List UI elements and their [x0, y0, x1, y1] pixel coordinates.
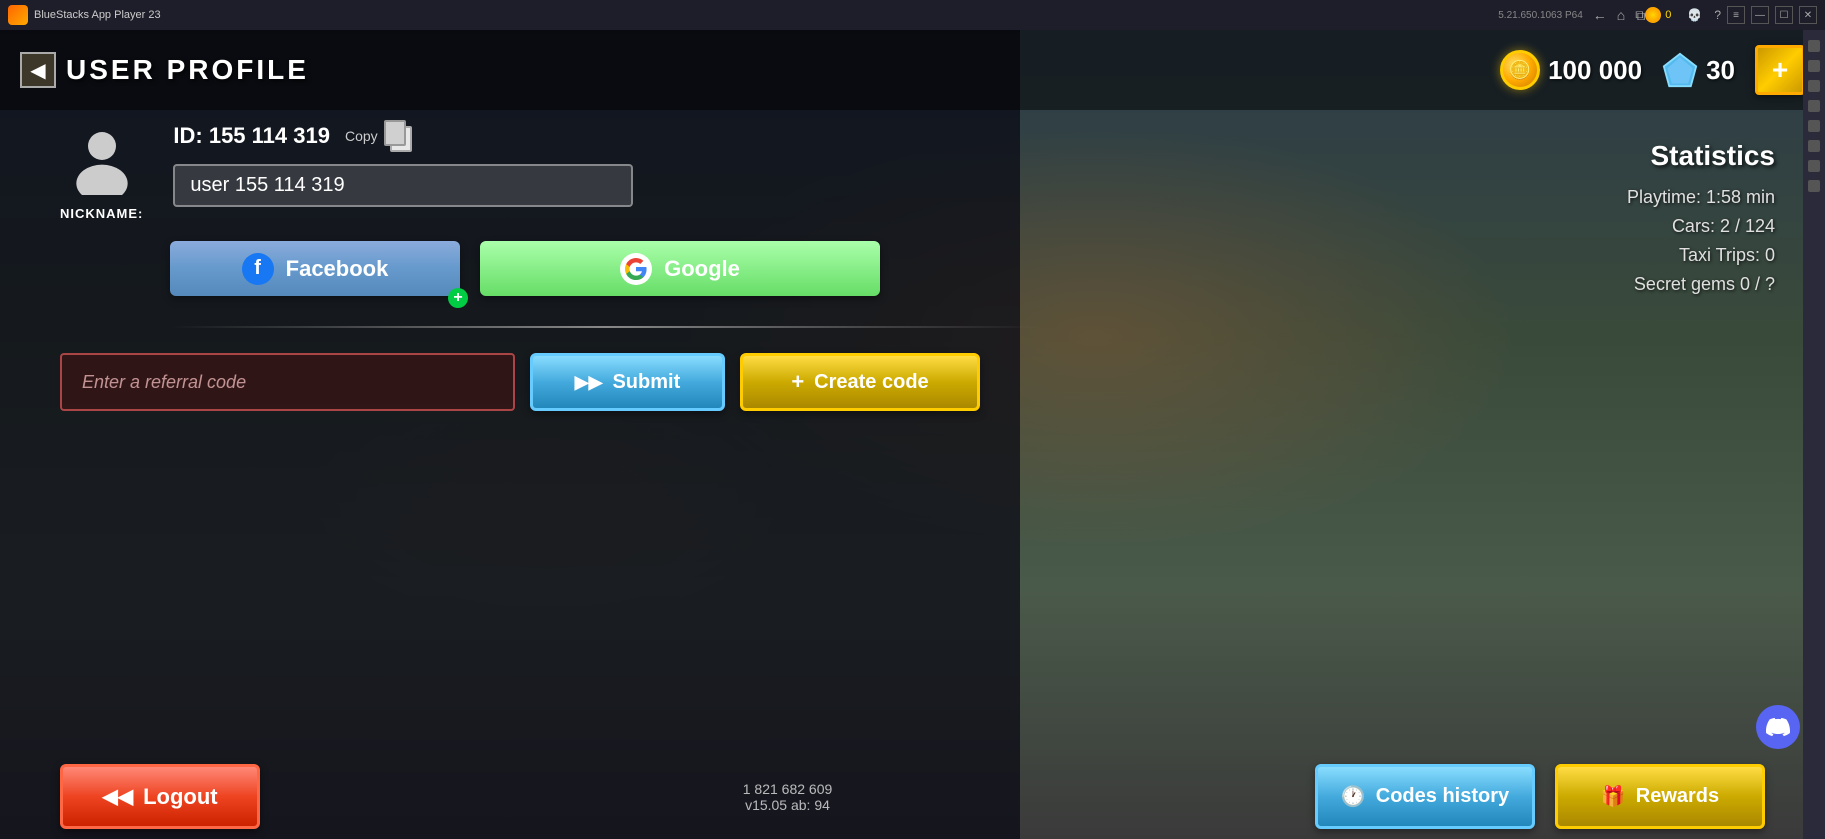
submit-button[interactable]: ▶▶ Submit — [530, 353, 725, 411]
back-arrow-icon: ◀ — [20, 52, 56, 88]
sidebar-icon-3[interactable] — [1808, 80, 1820, 92]
gift-icon: 🎁 — [1601, 784, 1626, 809]
version-info: 1 821 682 609 v15.05 ab: 94 — [280, 781, 1295, 813]
referral-row: ▶▶ Submit + Create code — [60, 353, 980, 411]
restore-btn[interactable]: ☐ — [1775, 6, 1793, 24]
titlebar-nav: ← ⌂ ⧉ — [1593, 7, 1645, 24]
google-icon — [620, 253, 652, 285]
history-clock-icon: 🕐 — [1341, 784, 1366, 809]
stat-cars: Cars: 2 / 124 — [1455, 216, 1775, 237]
stat-taxi-trips: Taxi Trips: 0 — [1455, 245, 1775, 266]
plus-indicator: + — [448, 288, 468, 308]
profile-row: NICKNAME: ID: 155 114 319 Copy — [60, 120, 980, 221]
stats-panel: Statistics Playtime: 1:58 min Cars: 2 / … — [1435, 120, 1795, 323]
stats-title: Statistics — [1455, 140, 1775, 172]
stat-playtime: Playtime: 1:58 min — [1455, 187, 1775, 208]
rewards-button[interactable]: 🎁 Rewards — [1555, 764, 1765, 829]
referral-code-input[interactable] — [60, 353, 515, 411]
logout-label: Logout — [143, 784, 218, 810]
titlebar-coin-icon — [1645, 7, 1661, 23]
nav-home[interactable]: ⌂ — [1617, 7, 1625, 24]
sidebar-icon-2[interactable] — [1808, 60, 1820, 72]
create-code-label: Create code — [814, 371, 929, 394]
create-code-button[interactable]: + Create code — [740, 353, 980, 411]
page-header: ◀ USER PROFILE 🪙 100 000 30 + — [0, 30, 1825, 110]
titlebar-coin-count: 0 — [1665, 9, 1671, 21]
copy-icon — [384, 120, 412, 152]
main-content: ◀ USER PROFILE 🪙 100 000 30 + — [0, 30, 1825, 839]
app-logo — [8, 5, 28, 25]
titlebar-coin-display: 0 — [1645, 7, 1671, 23]
stat-secret-gems: Secret gems 0 / ? — [1455, 274, 1775, 295]
rewards-label: Rewards — [1636, 785, 1719, 808]
menu-icon[interactable]: ≡ — [1727, 6, 1745, 24]
app-title: BlueStacks App Player 23 — [34, 9, 1490, 21]
version-line2: v15.05 ab: 94 — [280, 797, 1295, 813]
profile-info: ID: 155 114 319 Copy — [173, 120, 980, 207]
back-button[interactable]: ◀ USER PROFILE — [20, 52, 309, 88]
minimize-btn[interactable]: — — [1751, 6, 1769, 24]
copy-button[interactable]: Copy — [345, 120, 412, 152]
nav-stack[interactable]: ⧉ — [1635, 7, 1645, 24]
sidebar-icon-5[interactable] — [1808, 120, 1820, 132]
right-sidebar — [1803, 30, 1825, 839]
gem-amount: 30 — [1706, 55, 1735, 86]
nickname-input[interactable] — [173, 164, 633, 207]
discord-button[interactable] — [1756, 705, 1800, 749]
submit-label: Submit — [612, 371, 680, 394]
nickname-label: NICKNAME: — [60, 206, 143, 221]
social-buttons-row: f Facebook + Google — [170, 241, 980, 296]
separator — [170, 326, 1040, 328]
add-currency-button[interactable]: + — [1755, 45, 1805, 95]
logout-button[interactable]: ◀◀ Logout — [60, 764, 260, 829]
create-code-plus-icon: + — [791, 369, 804, 395]
titlebar-controls: 0 💀 ? ≡ — ☐ ✕ — [1645, 6, 1817, 24]
facebook-button[interactable]: f Facebook + — [170, 241, 460, 296]
help-icon[interactable]: ? — [1714, 8, 1721, 22]
header-currency: 🪙 100 000 30 + — [1500, 45, 1805, 95]
skull-icon: 💀 — [1687, 8, 1702, 22]
user-id: ID: 155 114 319 — [173, 123, 330, 149]
profile-section: NICKNAME: ID: 155 114 319 Copy — [60, 120, 980, 411]
gems-display: 30 — [1662, 52, 1735, 88]
facebook-label: Facebook — [286, 256, 389, 282]
sidebar-icon-6[interactable] — [1808, 140, 1820, 152]
avatar — [62, 120, 142, 200]
user-id-row: ID: 155 114 319 Copy — [173, 120, 980, 152]
codes-history-label: Codes history — [1376, 785, 1509, 808]
avatar-container: NICKNAME: — [60, 120, 143, 221]
logout-arrow-icon: ◀◀ — [102, 784, 133, 809]
nav-back[interactable]: ← — [1593, 7, 1607, 24]
sidebar-icon-4[interactable] — [1808, 100, 1820, 112]
close-btn[interactable]: ✕ — [1799, 6, 1817, 24]
app-version: 5.21.650.1063 P64 — [1498, 10, 1583, 21]
coin-amount: 100 000 — [1548, 55, 1642, 86]
page-title: USER PROFILE — [66, 54, 309, 86]
coin-icon: 🪙 — [1500, 50, 1540, 90]
bottom-bar: ◀◀ Logout 1 821 682 609 v15.05 ab: 94 🕐 … — [0, 764, 1825, 829]
version-line1: 1 821 682 609 — [280, 781, 1295, 797]
coins-display: 🪙 100 000 — [1500, 50, 1642, 90]
submit-arrows-icon: ▶▶ — [575, 372, 603, 393]
gem-icon — [1662, 52, 1698, 88]
sidebar-icon-8[interactable] — [1808, 180, 1820, 192]
sidebar-icon-7[interactable] — [1808, 160, 1820, 172]
google-label: Google — [664, 256, 740, 282]
google-button[interactable]: Google — [480, 241, 880, 296]
copy-label: Copy — [345, 128, 378, 144]
titlebar: BlueStacks App Player 23 5.21.650.1063 P… — [0, 0, 1825, 30]
codes-history-button[interactable]: 🕐 Codes history — [1315, 764, 1535, 829]
facebook-icon: f — [242, 253, 274, 285]
sidebar-icon-1[interactable] — [1808, 40, 1820, 52]
